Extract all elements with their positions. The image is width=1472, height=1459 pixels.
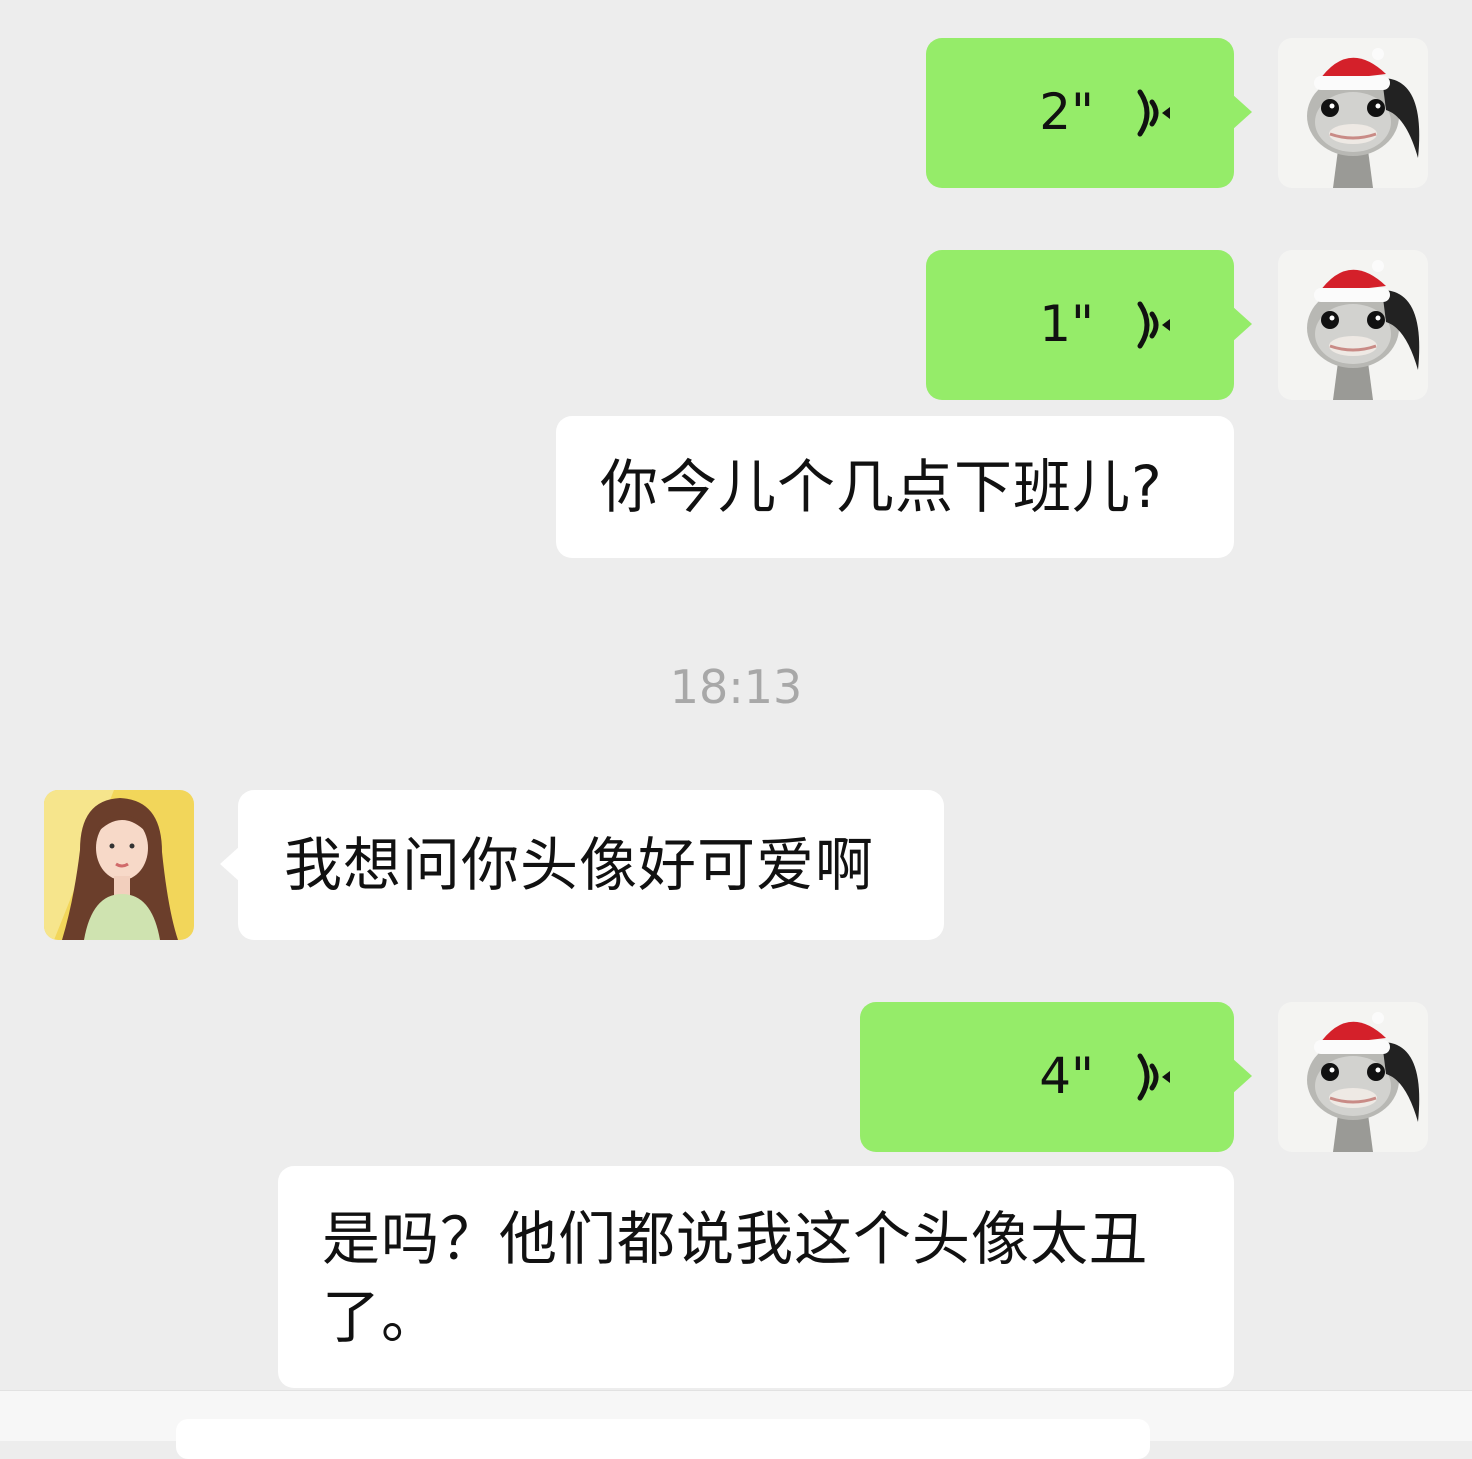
ostrich-avatar-image xyxy=(1278,38,1428,188)
message-timestamp: 18:13 xyxy=(669,660,803,714)
contact-avatar[interactable] xyxy=(44,790,194,940)
chat-input-bar xyxy=(0,1390,1472,1459)
voice-duration: 1" xyxy=(1039,295,1094,353)
message-text: 是吗？他们都说我这个头像太丑 了。 xyxy=(322,1205,1149,1351)
self-avatar[interactable] xyxy=(1278,38,1428,188)
text-message-bubble[interactable]: 我想问你头像好可爱啊 xyxy=(220,790,944,940)
ostrich-avatar-image xyxy=(1278,1002,1428,1152)
voice-message-bubble[interactable]: 4" xyxy=(860,1002,1252,1152)
voice-message-bubble[interactable]: 1" xyxy=(926,250,1252,400)
message-input[interactable] xyxy=(176,1419,1150,1459)
message-text: 我想问你头像好可爱啊 xyxy=(284,831,875,899)
voice-duration: 2" xyxy=(1039,83,1094,141)
woman-avatar-image xyxy=(44,790,194,940)
voice-message-bubble[interactable]: 2" xyxy=(926,38,1252,188)
self-avatar[interactable] xyxy=(1278,1002,1428,1152)
self-avatar[interactable] xyxy=(1278,250,1428,400)
voice-duration: 4" xyxy=(1039,1047,1094,1105)
text-message-bubble[interactable]: 是吗？他们都说我这个头像太丑 了。 xyxy=(278,1166,1234,1388)
message-text: 你今儿个几点下班儿? xyxy=(600,453,1163,521)
text-message-bubble[interactable]: 你今儿个几点下班儿? xyxy=(556,416,1234,558)
voice-wave-icon xyxy=(1126,1048,1172,1106)
voice-wave-icon xyxy=(1126,84,1172,142)
message-list[interactable]: 2" 1" 你今儿个几点下班儿? 18:13 我想问你头像好可爱啊 4" 是吗？… xyxy=(0,0,1472,1390)
voice-wave-icon xyxy=(1126,296,1172,354)
ostrich-avatar-image xyxy=(1278,250,1428,400)
